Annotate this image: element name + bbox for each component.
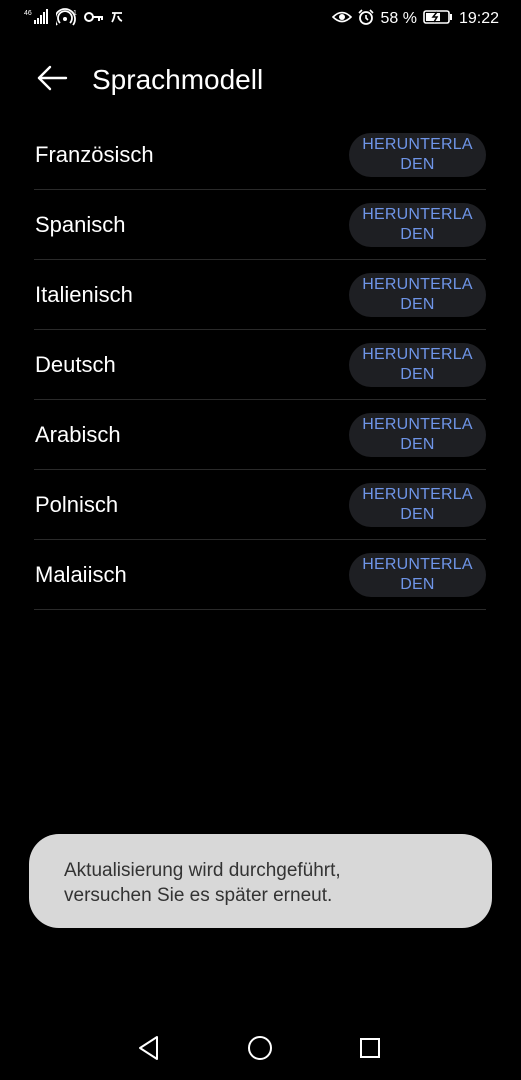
toast-line: Aktualisierung wird durchgeführt, xyxy=(64,860,341,881)
download-button[interactable]: HERUNTERLADEN xyxy=(349,133,486,177)
status-time: 19:22 xyxy=(458,10,499,27)
nav-home-button[interactable] xyxy=(244,1034,276,1066)
app-header: Sprachmodell xyxy=(0,52,521,108)
language-label: Französisch xyxy=(35,142,154,167)
toast-line: versuchen Sie es später erneut. xyxy=(64,885,333,906)
list-item: Spanisch HERUNTERLADEN xyxy=(34,190,486,260)
download-button[interactable]: HERUNTERLADEN xyxy=(349,343,486,387)
nfc-icon xyxy=(110,10,124,29)
eye-icon xyxy=(332,10,353,29)
list-item: Arabisch HERUNTERLADEN xyxy=(34,400,486,470)
back-button[interactable] xyxy=(30,62,74,98)
list-item: Malaiisch HERUNTERLADEN xyxy=(34,540,486,610)
status-bar: 46 1 58 % 19:22 xyxy=(0,0,521,38)
square-recents-icon xyxy=(358,1036,382,1065)
download-button[interactable]: HERUNTERLADEN xyxy=(349,273,486,317)
toast-message: Aktualisierung wird durchgeführt, versuc… xyxy=(29,834,492,928)
triangle-back-icon xyxy=(137,1035,161,1066)
nav-recents-button[interactable] xyxy=(354,1034,386,1066)
download-button-label: HERUNTERLADEN xyxy=(362,206,473,243)
signal-icon: 46 xyxy=(24,8,50,31)
language-label: Malaiisch xyxy=(35,562,127,587)
battery-icon xyxy=(423,9,453,30)
nav-back-button[interactable] xyxy=(133,1034,165,1066)
toast-text: Aktualisierung wird durchgeführt, versuc… xyxy=(64,858,464,908)
alarm-icon xyxy=(358,8,375,30)
arrow-left-icon xyxy=(36,64,68,97)
list-item: Italienisch HERUNTERLADEN xyxy=(34,260,486,330)
key-icon xyxy=(84,10,104,29)
download-button[interactable]: HERUNTERLADEN xyxy=(349,483,486,527)
list-item: Polnisch HERUNTERLADEN xyxy=(34,470,486,540)
language-list: Französisch HERUNTERLADEN Spanisch HERUN… xyxy=(34,120,486,610)
list-item: Deutsch HERUNTERLADEN xyxy=(34,330,486,400)
wifi-hotspot-icon: 1 xyxy=(54,7,78,31)
status-right: 58 % 19:22 xyxy=(332,8,499,30)
svg-text:1: 1 xyxy=(73,10,77,17)
system-nav-bar xyxy=(0,1020,521,1080)
language-label: Polnisch xyxy=(35,492,119,517)
status-left: 46 1 xyxy=(24,7,124,31)
svg-text:46: 46 xyxy=(24,10,32,17)
circle-home-icon xyxy=(246,1034,274,1067)
download-button-label: HERUNTERLADEN xyxy=(362,276,473,313)
download-button-label: HERUNTERLADEN xyxy=(362,556,473,593)
download-button[interactable]: HERUNTERLADEN xyxy=(349,413,486,457)
download-button[interactable]: HERUNTERLADEN xyxy=(349,553,486,597)
battery-percent: 58 % xyxy=(380,10,417,27)
download-button-label: HERUNTERLADEN xyxy=(362,486,473,523)
download-button[interactable]: HERUNTERLADEN xyxy=(349,203,486,247)
language-label: Deutsch xyxy=(35,352,116,377)
language-label: Spanisch xyxy=(35,212,126,237)
language-label: Arabisch xyxy=(35,422,121,447)
download-button-label: HERUNTERLADEN xyxy=(362,136,473,173)
list-item: Französisch HERUNTERLADEN xyxy=(34,120,486,190)
page-title: Sprachmodell xyxy=(92,64,264,95)
language-label: Italienisch xyxy=(35,282,133,307)
download-button-label: HERUNTERLADEN xyxy=(362,346,473,383)
download-button-label: HERUNTERLADEN xyxy=(362,416,473,453)
